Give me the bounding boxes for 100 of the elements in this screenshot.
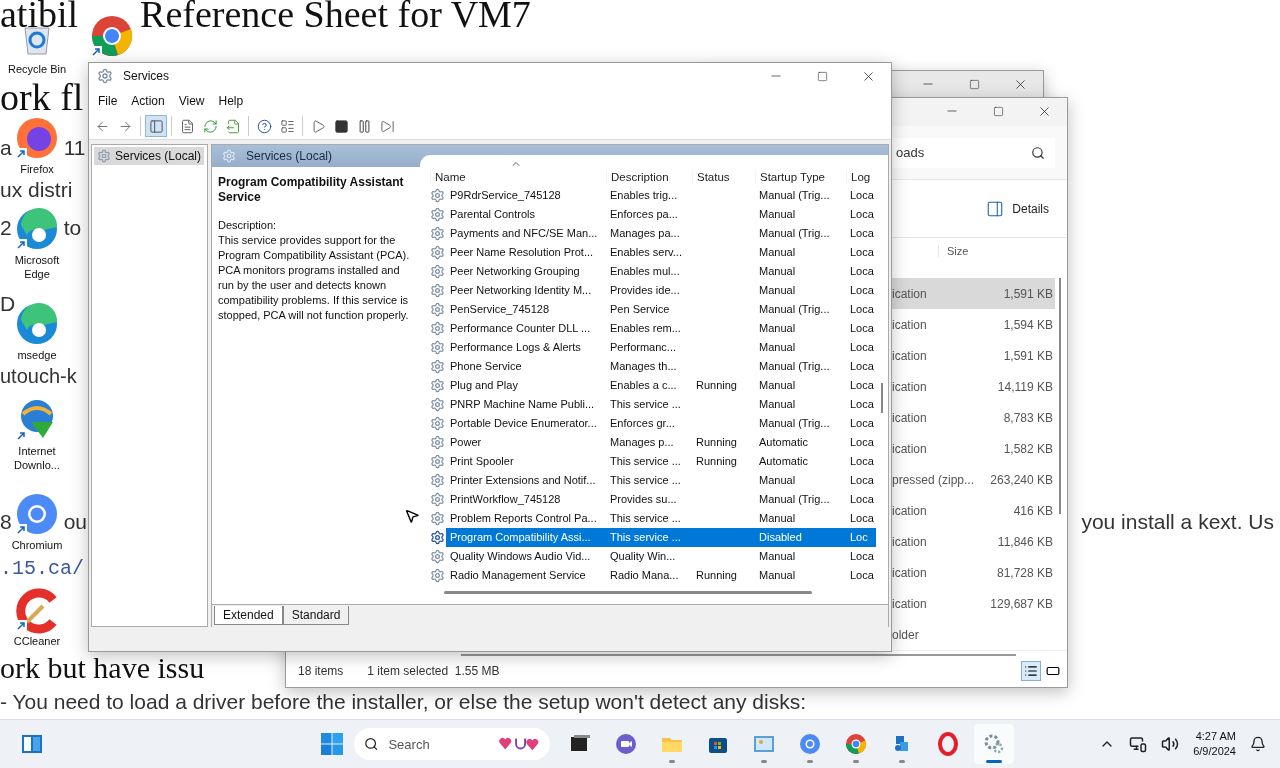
file-row[interactable]: ication 1,591 KB [892, 340, 1055, 371]
meet-icon [614, 732, 638, 756]
service-name[interactable]: Peer Name Resolution Prot... [446, 243, 606, 262]
file-row[interactable]: older [892, 619, 1055, 650]
scrollbar[interactable] [881, 383, 883, 413]
page-text: utouch-k [0, 364, 77, 389]
gear-icon [429, 397, 445, 412]
table-cell-text: Enforces gr... [609, 416, 676, 431]
speaker-icon[interactable] [1161, 735, 1180, 753]
gear-icon [429, 188, 445, 203]
file-type: ication [892, 410, 927, 425]
file-size: 263,240 KB [990, 472, 1053, 487]
description-text: This service provides support for the Program Compatibility Assistant (PCA). PCA monitors programs installed and run by the user and detects known compatibility problems. If this service is stopped, PCA will not function properly. [218, 233, 411, 323]
file-size: 1,582 KB [1003, 441, 1053, 456]
menu-item[interactable]: Help [211, 92, 251, 110]
table-cell-text: Manages p... [609, 435, 675, 450]
service-name[interactable]: Peer Networking Grouping [446, 262, 606, 281]
table-cell-text: Loca [849, 302, 875, 317]
file-row[interactable]: ication 129,687 KB [892, 588, 1055, 619]
gear-icon [429, 549, 445, 564]
service-name[interactable]: Phone Service [446, 357, 606, 376]
column-header[interactable]: Status [692, 171, 755, 183]
description-label: Description: [218, 218, 278, 233]
column-header[interactable]: Size [938, 245, 1007, 257]
widgets-icon[interactable] [20, 732, 44, 756]
file-row[interactable]: ication 81,728 KB [892, 557, 1055, 588]
table-cell-text: Loca [849, 321, 875, 336]
service-name[interactable]: Radio Management Service [446, 566, 606, 585]
menu-item[interactable]: File [91, 92, 125, 110]
service-name[interactable]: P9RdrService_745128 [446, 186, 606, 205]
service-name[interactable]: Portable Device Enumerator... [446, 414, 606, 433]
file-row[interactable]: ication 14,119 KB [892, 371, 1055, 402]
file-row[interactable]: ication 416 KB [892, 495, 1055, 526]
service-name[interactable]: Quality Windows Audio Vid... [446, 547, 606, 566]
table-cell-text: Loca [849, 207, 875, 222]
scrollbar[interactable] [461, 654, 1016, 656]
table-cell-text: Quality Win... [609, 549, 677, 564]
table-cell-text: Loca [849, 397, 875, 412]
details-button[interactable]: Details [980, 195, 1055, 222]
service-name[interactable]: Problem Reports Control Pa... [446, 509, 606, 528]
network-icon[interactable] [1129, 735, 1148, 753]
service-name[interactable]: Power [446, 433, 606, 452]
column-header[interactable]: Name [430, 171, 606, 183]
clock-date[interactable]: 6/9/2024 [1193, 744, 1236, 759]
table-cell-text: Loca [849, 226, 875, 241]
service-name[interactable]: PrintWorkflow_745128 [446, 490, 606, 509]
search-field[interactable]: oads [892, 137, 1055, 168]
table-cell-text: Automatic [758, 454, 809, 469]
file-row[interactable]: ication 1,591 KB [892, 278, 1055, 309]
column-header[interactable]: Log [846, 171, 876, 183]
file-row[interactable]: ication 8,783 KB [892, 402, 1055, 433]
details-view-button[interactable] [1021, 661, 1041, 681]
service-name[interactable]: PNRP Machine Name Publi... [446, 395, 606, 414]
list-icon [279, 118, 295, 134]
table-cell-text: Enables rem... [609, 321, 682, 336]
table-cell-text: Loca [849, 188, 875, 203]
file-row[interactable]: ication 1,594 KB [892, 309, 1055, 340]
selection-info: 1 item selected 1.55 MB [367, 664, 500, 678]
table-cell-text: This service ... [609, 511, 682, 526]
service-name[interactable]: Peer Networking Identity M... [446, 281, 606, 300]
clock-time[interactable]: 4:27 AM [1195, 729, 1236, 744]
table-cell-text: Loca [849, 359, 875, 374]
service-name[interactable]: Print Spooler [446, 452, 606, 471]
column-header[interactable]: Startup Type [755, 171, 846, 183]
service-name[interactable]: PenService_745128 [446, 300, 606, 319]
menu-item[interactable]: Action [124, 92, 172, 110]
service-name[interactable]: Performance Logs & Alerts [446, 338, 606, 357]
start-icon[interactable] [320, 732, 344, 756]
search-input[interactable]: oads [894, 144, 958, 161]
search-field[interactable]: Search [354, 728, 550, 760]
gear-icon [429, 340, 445, 355]
service-name[interactable]: Program Compatibility Assi... [446, 528, 606, 547]
table-cell-text: Manual [758, 397, 797, 412]
gear-icon [429, 283, 445, 298]
table-cell-text: This service ... [609, 454, 682, 469]
file-row[interactable]: ication 1,582 KB [892, 433, 1055, 464]
refresh-icon [202, 118, 218, 134]
bell-icon[interactable] [1250, 736, 1266, 752]
menu-item[interactable]: View [171, 92, 212, 110]
tree-button[interactable] [145, 115, 167, 137]
service-name[interactable]: Payments and NFC/SE Man... [446, 224, 606, 243]
service-name[interactable]: Performance Counter DLL ... [446, 319, 606, 338]
tree-item[interactable]: Services (Local) [94, 147, 205, 165]
file-row[interactable]: ication 11,846 KB [892, 526, 1055, 557]
search-input[interactable]: Search [386, 735, 491, 753]
service-name[interactable]: Printer Extensions and Notif... [446, 471, 606, 490]
tab[interactable]: Standard [282, 606, 350, 625]
tab[interactable]: Extended [214, 606, 283, 625]
table-cell-text: Running [695, 454, 738, 469]
page-heading: ork but have issu [0, 652, 205, 684]
scrollbar[interactable] [1059, 278, 1061, 514]
table-cell-text: Provides ide... [609, 283, 681, 298]
scrollbar[interactable] [444, 591, 812, 594]
column-header[interactable]: Description [606, 171, 692, 183]
table-cell-text: Loca [849, 492, 875, 507]
table-cell-text: Manual (Trig... [758, 226, 831, 241]
service-name[interactable]: Plug and Play [446, 376, 606, 395]
selected-row[interactable]: Program Compatibility Assi... This service ... Disabled Loc [446, 528, 876, 547]
service-name[interactable]: Parental Controls [446, 205, 606, 224]
file-row[interactable]: pressed (zipp... 263,240 KB [892, 464, 1055, 495]
